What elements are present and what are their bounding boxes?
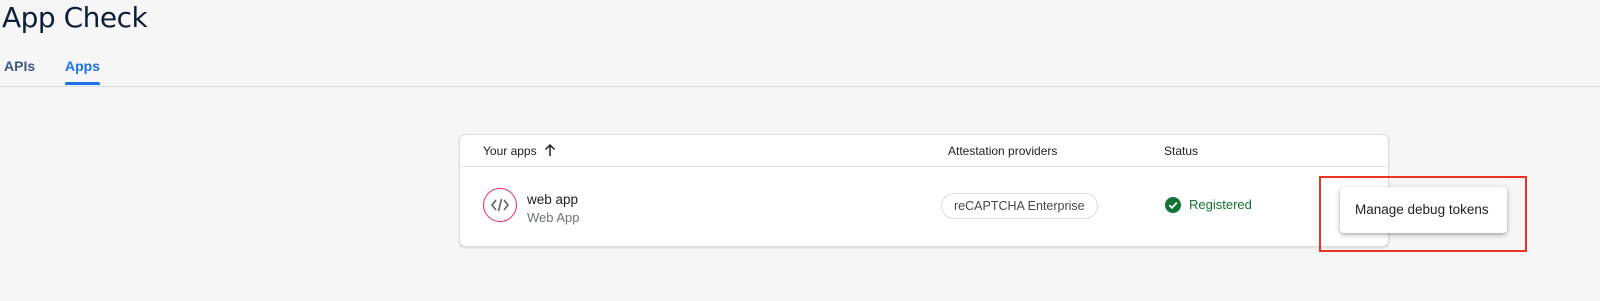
column-header-your-apps[interactable]: Your apps xyxy=(483,144,537,158)
check-circle-icon xyxy=(1165,197,1181,213)
column-header-status: Status xyxy=(1164,144,1199,158)
tab-apps[interactable]: Apps xyxy=(65,56,100,85)
status-text: Registered xyxy=(1189,197,1252,212)
apps-table-card: Your apps Attestation providers Status w… xyxy=(459,134,1389,247)
arrow-up-icon[interactable] xyxy=(544,143,556,157)
column-header-attestation-providers: Attestation providers xyxy=(948,144,1058,158)
highlight-annotation xyxy=(1319,176,1527,252)
page-title: App Check xyxy=(2,1,148,34)
app-platform: Web App xyxy=(527,210,580,225)
provider-chip[interactable]: reCAPTCHA Enterprise xyxy=(941,193,1098,219)
tab-apis[interactable]: APIs xyxy=(4,56,35,84)
app-name: web app xyxy=(527,192,579,207)
tab-bar: APIs Apps xyxy=(0,56,1600,87)
code-icon xyxy=(483,188,517,222)
table-header: Your apps Attestation providers Status xyxy=(460,135,1388,167)
